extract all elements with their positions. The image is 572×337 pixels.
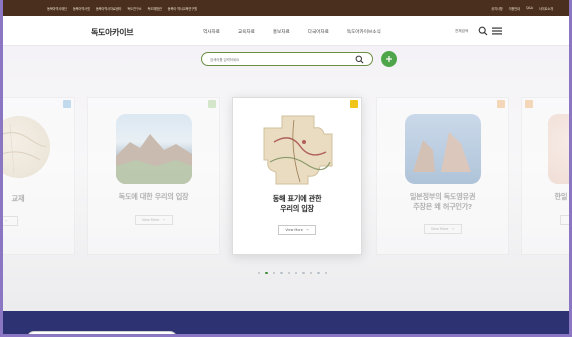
pagination-dot[interactable] xyxy=(294,272,298,275)
pagination-dot[interactable] xyxy=(258,272,261,275)
view-more-button[interactable]: View More → xyxy=(134,215,173,225)
nav-item[interactable]: 홍보자료 xyxy=(273,29,290,35)
pagination-dot[interactable] xyxy=(280,272,283,275)
category-badge xyxy=(63,100,71,108)
search-input[interactable] xyxy=(210,55,350,64)
view-more-label: View More xyxy=(285,228,303,232)
category-badge xyxy=(525,100,533,108)
category-badge xyxy=(350,100,358,108)
utility-link[interactable]: 독도체험관 xyxy=(148,6,162,11)
card-title[interactable]: 교재 xyxy=(3,194,56,204)
search-box xyxy=(201,52,373,66)
archive-card[interactable]: 교재 → xyxy=(3,97,75,255)
utility-link[interactable]: 이용안내 xyxy=(509,6,520,11)
nav-item[interactable]: 역사자료 xyxy=(203,29,220,35)
pagination-dot[interactable] xyxy=(324,272,327,275)
view-more-button[interactable]: → xyxy=(3,216,18,226)
footer-band xyxy=(3,311,569,334)
pagination-dot[interactable] xyxy=(287,272,290,275)
utility-link[interactable]: Q&A xyxy=(526,6,533,11)
pagination-dot[interactable] xyxy=(317,272,320,275)
utility-link[interactable]: 동북아역사자료센터 xyxy=(96,6,122,11)
add-keyword-button[interactable] xyxy=(381,51,397,67)
card-title-line1[interactable]: 동해 표기에 관한 xyxy=(233,194,361,204)
view-more-button[interactable] xyxy=(560,215,569,225)
utility-left-links: 동북아역사재단 동북아역사넷 동북아역사자료센터 독도연구소 독도체험관 동북아… xyxy=(47,6,197,11)
utility-link[interactable]: 동북아 역사교육연구원 xyxy=(168,6,197,11)
view-more-label: View More xyxy=(141,218,160,222)
nav-item[interactable]: 독도아카이브소식 xyxy=(347,29,381,35)
pagination-dot-active[interactable] xyxy=(265,272,268,275)
archive-card[interactable]: 일본정부의 독도영유권 주장은 왜 허구인가? View More → xyxy=(376,97,509,255)
archive-card[interactable]: 독도에 대한 우리의 입장 View More → xyxy=(87,97,220,255)
pagination-dot[interactable] xyxy=(309,272,313,275)
category-badge xyxy=(497,100,505,108)
plus-icon xyxy=(386,56,392,62)
view-more-button[interactable]: View More → xyxy=(423,224,462,234)
card-title-line2[interactable]: 우리의 입장 xyxy=(233,204,361,214)
utility-bar: 동북아역사재단 동북아역사넷 동북아역사자료센터 독도연구소 독도체험관 동북아… xyxy=(3,0,569,16)
arrow-right-icon: → xyxy=(162,218,166,222)
main-nav: 역사자료 교육자료 홍보자료 다국어자료 독도아카이브소식 xyxy=(203,29,381,35)
map-image xyxy=(3,123,47,175)
dokdo-island-image xyxy=(116,134,192,184)
nav-item[interactable]: 교육자료 xyxy=(238,29,255,35)
card-thumbnail xyxy=(405,114,481,184)
arrow-right-icon: → xyxy=(451,227,455,231)
search-icon[interactable] xyxy=(478,26,488,36)
dokdo-aerial-image xyxy=(413,132,471,172)
carousel-pagination xyxy=(258,272,327,275)
card-thumbnail xyxy=(116,114,192,184)
pagination-dot[interactable] xyxy=(302,272,305,275)
card-thumbnail xyxy=(548,114,569,184)
view-more-label: View More xyxy=(430,227,449,231)
card-title[interactable]: 독도에 대한 우리의 입장 xyxy=(88,192,219,202)
category-badge xyxy=(208,100,216,108)
card-thumbnail xyxy=(3,116,50,178)
archive-card-active[interactable]: 동해 표기에 관한 우리의 입장 View More → xyxy=(232,97,362,255)
browser-frame: 동북아역사재단 동북아역사넷 동북아역사자료센터 독도연구소 독도체험관 동북아… xyxy=(0,0,572,337)
arrow-right-icon: → xyxy=(305,228,309,232)
archive-card[interactable]: 한일 역사 xyxy=(521,97,569,255)
utility-link[interactable]: 동북아역사넷 xyxy=(73,6,90,11)
footer-search-pill[interactable] xyxy=(27,331,177,334)
pagination-dot[interactable] xyxy=(272,272,276,275)
card-thumbnail xyxy=(260,112,336,188)
search-icon[interactable] xyxy=(355,55,364,64)
hamburger-menu-icon[interactable] xyxy=(492,27,502,35)
site-logo[interactable]: 독도아카이브 xyxy=(91,27,134,38)
card-title-line2[interactable]: 주장은 왜 허구인가? xyxy=(377,202,508,212)
utility-link[interactable]: 독도연구소 xyxy=(127,6,141,11)
old-map-image xyxy=(263,115,333,185)
utility-right-links: 공지사항 이용안내 Q&A 사이트소개 xyxy=(491,6,553,11)
card-title-line1[interactable]: 일본정부의 독도영유권 xyxy=(377,192,508,202)
utility-link[interactable]: 사이트소개 xyxy=(539,6,553,11)
utility-link[interactable]: 동북아역사재단 xyxy=(47,6,67,11)
arrow-right-icon: → xyxy=(4,219,8,223)
total-search-label[interactable]: 전체검색 xyxy=(455,29,468,34)
utility-link[interactable]: 공지사항 xyxy=(491,6,502,11)
nav-item[interactable]: 다국어자료 xyxy=(308,29,329,35)
site-header: 독도아카이브 역사자료 교육자료 홍보자료 다국어자료 독도아카이브소식 전체검… xyxy=(3,16,569,46)
view-more-button[interactable]: View More → xyxy=(278,225,316,235)
card-title[interactable]: 한일 역사 xyxy=(522,192,569,202)
